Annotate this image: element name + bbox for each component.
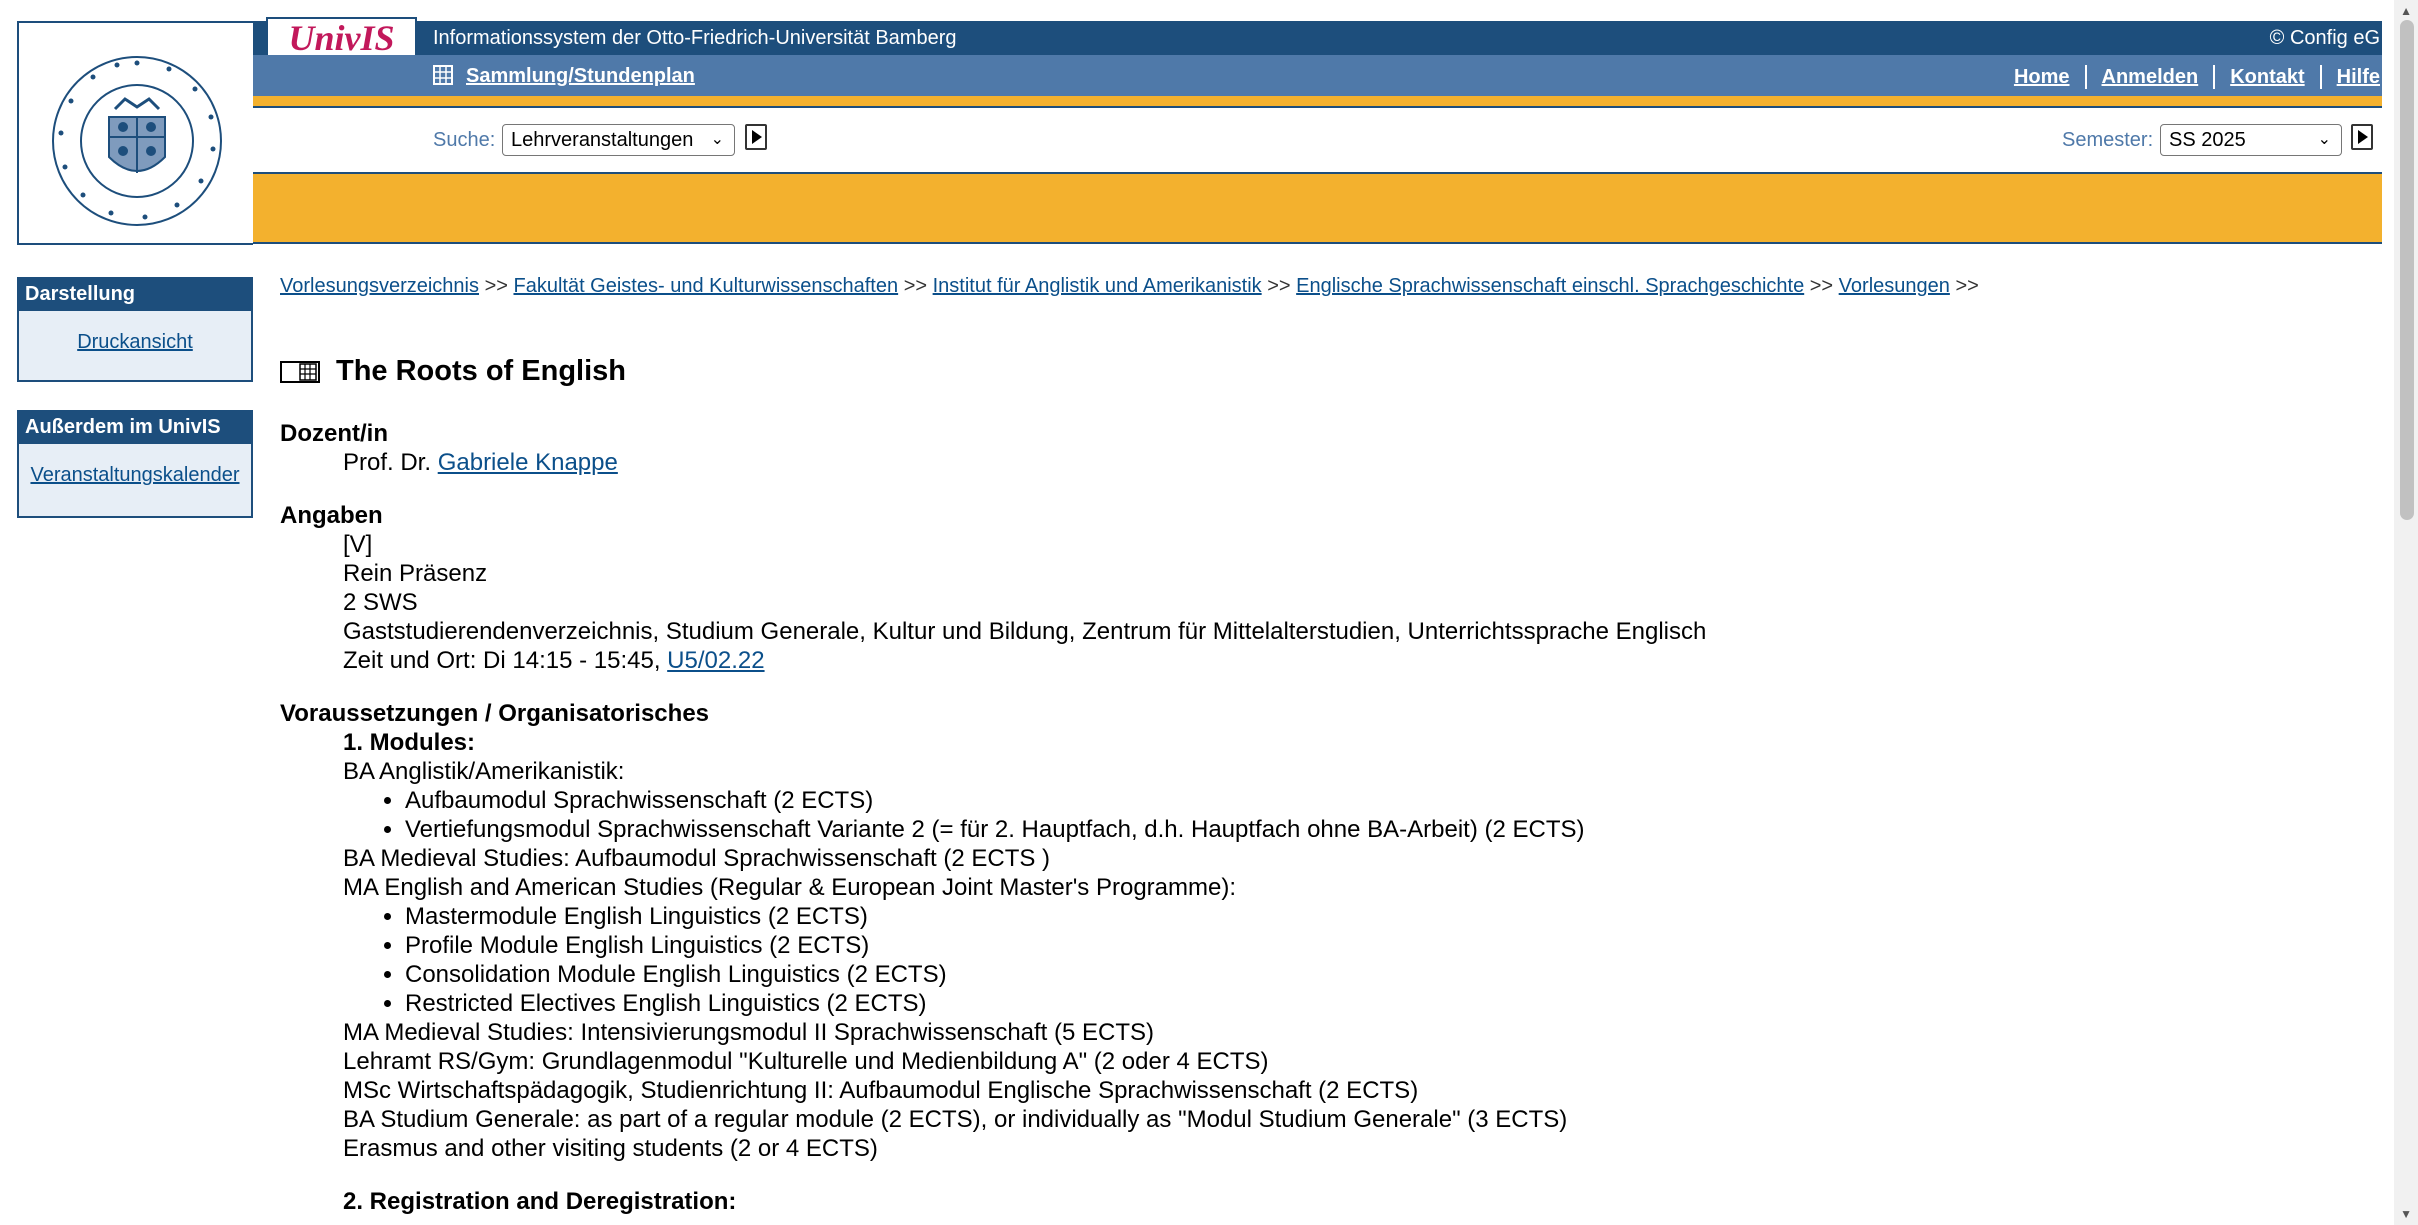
modules-heading: 1. Modules:	[343, 729, 476, 756]
list-item: Vertiefungsmodul Sprachwissenschaft Vari…	[405, 815, 2330, 844]
room-link[interactable]: U5/02.22	[667, 647, 764, 674]
list-item: Restricted Electives English Linguistics…	[405, 989, 2330, 1018]
module-group: BA Medieval Studies: Aufbaumodul Sprachw…	[343, 845, 1051, 872]
breadcrumb-separator: >>	[1267, 275, 1291, 297]
menu-separator	[2319, 65, 2322, 89]
module-group: MA English and American Studies (Regular…	[343, 874, 1236, 901]
breadcrumb: Vorlesungsverzeichnis >> Fakultät Geiste…	[280, 275, 1979, 298]
copyright-text: © Config eG	[2269, 27, 2380, 49]
lecturer-line: Prof. Dr. Gabriele Knappe	[343, 448, 2330, 477]
help-link[interactable]: Hilfe	[2337, 66, 2380, 89]
breadcrumb-item[interactable]: Englische Sprachwissenschaft einschl. Sp…	[1296, 275, 1804, 297]
collection-timetable-link[interactable]: Sammlung/Stundenplan	[466, 65, 695, 88]
scroll-down-icon[interactable]: ▼	[2400, 1207, 2412, 1221]
scrollbar-thumb[interactable]	[2400, 20, 2414, 520]
univis-logo[interactable]: UnivIS	[266, 17, 417, 59]
search-category-select[interactable]: Lehrveranstaltungen ⌄	[502, 124, 735, 156]
university-seal-box	[17, 21, 253, 245]
course-type: [V]	[343, 531, 373, 558]
module-group: BA Anglistik/Amerikanistik:	[343, 758, 625, 785]
header-orange-band	[253, 172, 2382, 244]
breadcrumb-separator: >>	[1955, 275, 1979, 297]
login-link[interactable]: Anmelden	[2102, 66, 2199, 89]
print-view-link[interactable]: Druckansicht	[19, 331, 251, 354]
search-category-value: Lehrveranstaltungen	[511, 129, 694, 151]
registration-heading: 2. Registration and Deregistration:	[343, 1188, 737, 1215]
module-list: Mastermodule English Linguistics (2 ECTS…	[343, 902, 2330, 1018]
module-group: BA Studium Generale: as part of a regula…	[343, 1106, 1568, 1133]
search-label: Suche:	[433, 129, 496, 151]
menu-separator	[2213, 65, 2216, 89]
course-mode: Rein Präsenz	[343, 560, 488, 587]
requirements-section: Voraussetzungen / Organisatorisches 1. M…	[280, 699, 2330, 1163]
module-group: Erasmus and other visiting students (2 o…	[343, 1135, 878, 1162]
module-group: MA Medieval Studies: Intensivierungsmodu…	[343, 1019, 1155, 1046]
breadcrumb-item[interactable]: Fakultät Geistes- und Kulturwissenschaft…	[513, 275, 898, 297]
sidebar-more-title: Außerdem im UnivIS	[19, 412, 251, 444]
scroll-up-icon[interactable]: ▲	[2400, 4, 2412, 18]
site-title: Informationssystem der Otto-Friedrich-Un…	[433, 27, 957, 49]
module-group: MSc Wirtschaftspädagogik, Studienrichtun…	[343, 1077, 1419, 1104]
top-menu: Home Anmelden Kontakt Hilfe	[2014, 65, 2380, 89]
list-item: Aufbaumodul Sprachwissenschaft (2 ECTS)	[405, 786, 2330, 815]
breadcrumb-separator: >>	[484, 275, 508, 297]
time-place-text: Zeit und Ort: Di 14:15 - 15:45,	[343, 647, 661, 674]
details-heading: Angaben	[280, 502, 383, 529]
semester-go-button[interactable]	[2351, 124, 2373, 150]
header-accent-stripe	[253, 96, 2382, 106]
lecturer-section: Dozent/in Prof. Dr. Gabriele Knappe	[280, 419, 2330, 477]
details-section: Angaben [V] Rein Präsenz 2 SWS Gaststudi…	[280, 501, 2330, 675]
breadcrumb-separator: >>	[903, 275, 928, 297]
event-calendar-link[interactable]: Veranstaltungskalender	[19, 464, 251, 487]
lecturer-heading: Dozent/in	[280, 420, 388, 447]
list-item: Profile Module English Linguistics (2 EC…	[405, 931, 2330, 960]
sidebar-display-box: Darstellung Druckansicht	[17, 277, 253, 382]
course-lists: Gaststudierendenverzeichnis, Studium Gen…	[343, 618, 1707, 645]
page-title: The Roots of English	[336, 355, 626, 387]
semester-value: SS 2025	[2169, 129, 2246, 151]
timetable-icon	[433, 65, 453, 85]
lecturer-link[interactable]: Gabriele Knappe	[438, 449, 618, 476]
breadcrumb-item[interactable]: Vorlesungen	[1839, 275, 1950, 297]
chevron-down-icon: ⌄	[710, 131, 724, 148]
module-group: Lehramt RS/Gym: Grundlagenmodul "Kulture…	[343, 1048, 1269, 1075]
home-link[interactable]: Home	[2014, 66, 2070, 89]
breadcrumb-separator: >>	[1809, 275, 1834, 297]
breadcrumb-item[interactable]: Institut für Anglistik und Amerikanistik	[933, 275, 1262, 297]
chevron-down-icon: ⌄	[2317, 131, 2331, 148]
search-go-button[interactable]	[745, 124, 767, 150]
sidebar-more-box: Außerdem im UnivIS Veranstaltungskalende…	[17, 410, 253, 518]
course-sws: 2 SWS	[343, 589, 418, 616]
sidebar-display-title: Darstellung	[19, 279, 251, 311]
page-scrollbar[interactable]: ▲ ▼	[2394, 0, 2418, 1225]
semester-select[interactable]: SS 2025 ⌄	[2160, 124, 2342, 156]
university-seal-icon	[52, 56, 222, 226]
list-item: Mastermodule English Linguistics (2 ECTS…	[405, 902, 2330, 931]
list-item: Consolidation Module English Linguistics…	[405, 960, 2330, 989]
course-title-row: The Roots of English	[280, 355, 626, 388]
add-to-timetable-icon[interactable]	[280, 360, 320, 383]
lecturer-title: Prof. Dr.	[343, 449, 432, 476]
semester-label: Semester:	[2062, 129, 2154, 151]
menu-separator	[2084, 65, 2087, 89]
breadcrumb-item[interactable]: Vorlesungsverzeichnis	[280, 275, 479, 297]
module-list: Aufbaumodul Sprachwissenschaft (2 ECTS) …	[343, 786, 2330, 844]
course-details: Dozent/in Prof. Dr. Gabriele Knappe Anga…	[280, 419, 2330, 1216]
requirements-heading: Voraussetzungen / Organisatorisches	[280, 700, 710, 727]
time-place: Zeit und Ort: Di 14:15 - 15:45, U5/02.22	[343, 646, 2330, 675]
contact-link[interactable]: Kontakt	[2230, 66, 2304, 89]
